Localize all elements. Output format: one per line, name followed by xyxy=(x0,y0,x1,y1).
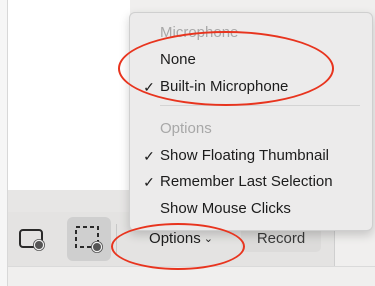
record-button-label: Record xyxy=(256,230,306,247)
menu-item-show-floating-thumbnail[interactable]: ✓ Show Floating Thumbnail xyxy=(130,144,372,168)
window-edge xyxy=(0,0,8,286)
capture-window-button[interactable] xyxy=(18,224,48,254)
options-section-header: Options xyxy=(160,120,212,137)
selection-capture-icon xyxy=(75,226,103,253)
menu-item-remember-last-selection[interactable]: ✓ Remember Last Selection xyxy=(130,170,372,194)
checkmark-icon: ✓ xyxy=(143,174,155,190)
annotation-ellipse-microphone xyxy=(118,31,334,106)
annotation-ellipse-options xyxy=(111,223,245,270)
menu-item-label: Show Mouse Clicks xyxy=(160,200,291,217)
menu-separator xyxy=(160,105,360,106)
checkmark-icon: ✓ xyxy=(143,148,155,164)
window-capture-icon xyxy=(19,229,45,251)
menu-item-label: Remember Last Selection xyxy=(160,173,333,190)
menu-item-label: Show Floating Thumbnail xyxy=(160,147,329,164)
menu-item-show-mouse-clicks[interactable]: Show Mouse Clicks xyxy=(130,197,372,221)
capture-selection-button[interactable] xyxy=(67,217,111,261)
screen-background xyxy=(0,0,130,190)
